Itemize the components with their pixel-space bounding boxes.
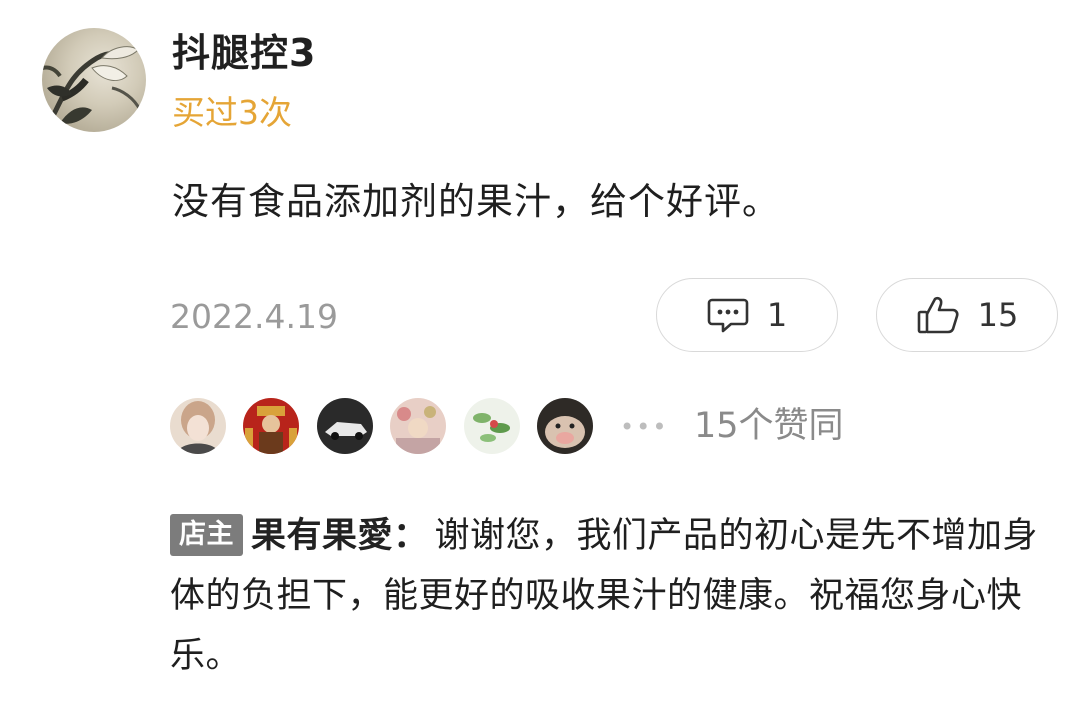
comment-count: 1 bbox=[766, 296, 788, 334]
liker-avatar[interactable] bbox=[317, 398, 373, 454]
liker-avatar[interactable] bbox=[537, 398, 593, 454]
shop-reply: 店主 果有果愛： 谢谢您，我们产品的初心是先不增加身体的负担下，能更好的吸收果汁的健… bbox=[170, 506, 1050, 686]
liker-avatar-6-icon bbox=[537, 398, 593, 454]
purchase-count-badge: 买过3次 bbox=[172, 93, 292, 132]
shop-owner-badge: 店主 bbox=[170, 514, 243, 556]
liker-avatar-2-icon bbox=[243, 398, 299, 454]
comment-button[interactable]: 1 bbox=[656, 278, 838, 352]
liker-avatar[interactable] bbox=[390, 398, 446, 454]
liker-avatar[interactable] bbox=[243, 398, 299, 454]
likes-summary[interactable]: 15个赞同 bbox=[694, 402, 844, 450]
liker-avatar-5-icon bbox=[464, 398, 520, 454]
user-avatar[interactable] bbox=[42, 28, 146, 132]
liker-avatar[interactable] bbox=[464, 398, 520, 454]
review-text: 没有食品添加剂的果汁，给个好评。 bbox=[172, 180, 780, 223]
liker-avatar-4-icon bbox=[390, 398, 446, 454]
liker-avatar[interactable] bbox=[170, 398, 226, 454]
shop-name: 果有果愛： bbox=[251, 516, 429, 556]
like-button[interactable]: 15 bbox=[876, 278, 1058, 352]
comment-icon bbox=[707, 298, 749, 333]
like-count: 15 bbox=[977, 296, 1019, 334]
review-date: 2022.4.19 bbox=[170, 297, 338, 336]
thumbs-up-icon bbox=[917, 296, 959, 334]
reviewer-username[interactable]: 抖腿控3 bbox=[172, 26, 316, 80]
liker-avatar-1-icon bbox=[170, 398, 226, 454]
liker-avatar-3-icon bbox=[317, 398, 373, 454]
more-likers-dots[interactable]: ••• bbox=[620, 412, 666, 442]
avatar-ink-painting-icon bbox=[42, 46, 142, 124]
